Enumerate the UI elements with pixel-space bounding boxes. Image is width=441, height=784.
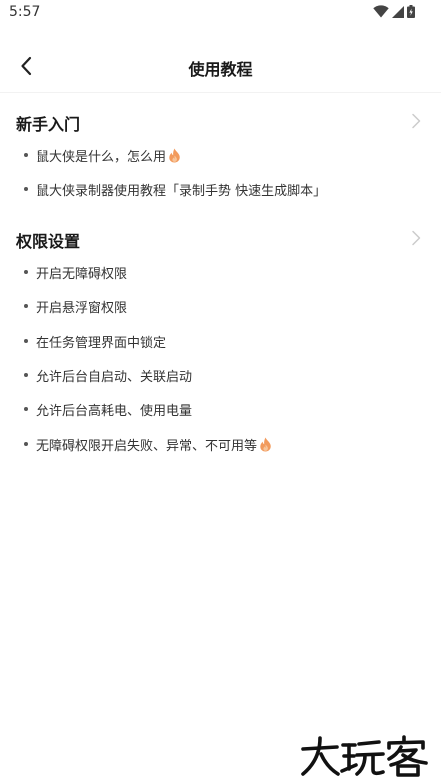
status-time: 5:57 [9,4,41,20]
page-title: 使用教程 [188,60,253,79]
section-beginner: 新手入门 鼠大侠是什么，怎么用 鼠大侠录制器使用教程「录制手势 快速生成脚本」 [0,104,441,207]
status-bar: 5:57 [0,0,441,26]
bullet [24,269,28,274]
tutorial-list: 新手入门 鼠大侠是什么，怎么用 鼠大侠录制器使用教程「录制手势 快速生成脚本」 [0,104,441,470]
list-item-label: 允许后台高耗电、使用电量 [36,404,193,420]
bullet [24,407,28,412]
list-item[interactable]: 鼠大侠是什么，怎么用 [0,138,441,172]
section-header-permissions[interactable]: 权限设置 [0,221,441,255]
nav-bar: 使用教程 [0,40,441,92]
bullet [24,372,28,377]
status-icons [373,5,415,18]
section-title: 新手入门 [16,115,81,134]
list-item[interactable]: 开启悬浮窗权限 [0,289,441,323]
battery-icon [407,5,415,18]
list-item-label: 鼠大侠是什么，怎么用 [36,150,167,165]
list-item[interactable]: 鼠大侠录制器使用教程「录制手势 快速生成脚本」 [0,172,441,206]
section-permissions: 权限设置 开启无障碍权限 开启悬浮窗权限 在任务管理界面中锁定 允许后台自启动、… [0,221,441,461]
bullet [24,153,28,157]
bullet [24,441,28,446]
list-item-label: 无障碍权限开启失败、异常、不可用等 [36,438,258,454]
list-item[interactable]: 在任务管理界面中锁定 [0,324,441,358]
section-title: 权限设置 [16,231,81,251]
list-item-label: 在任务管理界面中锁定 [36,335,167,351]
section-header-beginner[interactable]: 新手入门 [0,104,441,138]
watermark-logo [301,735,428,777]
chevron-right-icon [412,230,421,246]
list-item-label: 开启悬浮窗权限 [36,301,128,317]
wifi-icon [373,5,389,18]
list-item-label: 开启无障碍权限 [36,266,128,282]
bullet [24,304,28,309]
list-item[interactable]: 允许后台高耗电、使用电量 [0,392,441,426]
nav-divider [0,92,441,93]
list-item[interactable]: 允许后台自启动、关联启动 [0,358,441,392]
chevron-right-icon [412,113,421,129]
signal-icon [392,5,404,18]
bullet [24,338,28,343]
bullet [24,187,28,192]
list-item-label: 允许后台自启动、关联启动 [36,369,193,385]
list-item[interactable]: 无障碍权限开启失败、异常、不可用等 [0,427,441,461]
list-item[interactable]: 开启无障碍权限 [0,255,441,289]
fire-icon [169,148,180,163]
fire-icon [260,437,271,452]
list-item-label: 鼠大侠录制器使用教程「录制手势 快速生成脚本」 [36,184,327,200]
